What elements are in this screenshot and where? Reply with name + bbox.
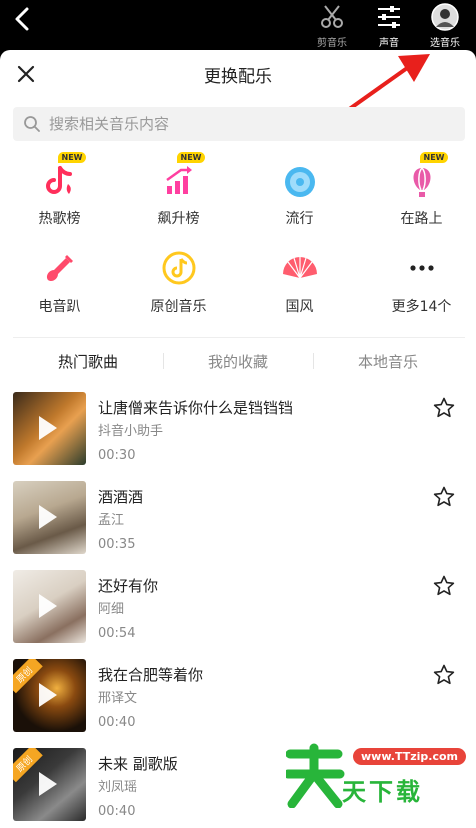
category-on-the-road[interactable]: NEW 在路上 bbox=[362, 152, 476, 228]
tiktok-note-icon bbox=[45, 166, 72, 194]
song-cover[interactable] bbox=[13, 481, 86, 554]
balloon-icon bbox=[412, 167, 431, 197]
category-label: 原创音乐 bbox=[150, 299, 207, 315]
category-more[interactable]: 更多14个 bbox=[362, 248, 476, 316]
category-chinese-style[interactable]: 国风 bbox=[240, 248, 359, 316]
cut-music-button[interactable]: 剪音乐 bbox=[306, 2, 358, 49]
song-artist: 阿细 bbox=[98, 602, 125, 617]
tab-local-music[interactable]: 本地音乐 bbox=[313, 351, 463, 372]
back-arrow-icon[interactable] bbox=[10, 6, 36, 32]
guitar-icon bbox=[46, 255, 73, 282]
watermark-text: 天下载 bbox=[342, 778, 423, 806]
song-item[interactable]: 还好有你 阿细 00:54 bbox=[0, 570, 476, 644]
song-title: 酒酒酒 bbox=[98, 488, 144, 506]
song-title: 未来 副歌版 bbox=[98, 755, 178, 773]
play-icon bbox=[39, 505, 57, 529]
song-duration: 00:54 bbox=[98, 626, 136, 641]
section-divider bbox=[13, 337, 465, 338]
select-music-label: 选音乐 bbox=[430, 38, 460, 49]
song-title: 还好有你 bbox=[98, 577, 159, 595]
select-music-button[interactable]: 选音乐 bbox=[419, 2, 471, 49]
search-bar[interactable] bbox=[13, 107, 465, 141]
sliders-icon bbox=[378, 6, 400, 28]
category-label: 飙升榜 bbox=[157, 211, 200, 227]
category-original-music[interactable]: 原创音乐 bbox=[119, 248, 238, 316]
disc-icon bbox=[284, 167, 315, 197]
song-artist: 孟江 bbox=[98, 513, 125, 528]
song-cover[interactable] bbox=[13, 392, 86, 465]
sound-button[interactable]: 声音 bbox=[363, 2, 415, 49]
music-sheet: 更换配乐 NEW 热歌榜 bbox=[0, 50, 476, 828]
favorite-star-icon[interactable] bbox=[432, 485, 456, 509]
song-cover[interactable]: 原创 bbox=[13, 659, 86, 732]
music-avatar-icon bbox=[431, 3, 459, 31]
song-item[interactable]: 酒酒酒 孟江 00:35 bbox=[0, 481, 476, 555]
favorite-star-icon[interactable] bbox=[432, 396, 456, 420]
rising-chart-icon bbox=[165, 166, 192, 194]
category-label: 流行 bbox=[285, 211, 314, 227]
category-label: 热歌榜 bbox=[38, 211, 81, 227]
fan-icon bbox=[282, 257, 317, 279]
song-artist: 刘凤瑶 bbox=[98, 780, 138, 795]
new-badge: NEW bbox=[176, 152, 206, 163]
song-duration: 00:30 bbox=[98, 448, 136, 463]
category-electronic[interactable]: 电音趴 bbox=[0, 248, 119, 316]
song-duration: 00:40 bbox=[98, 804, 136, 819]
category-label: 更多14个 bbox=[391, 299, 452, 315]
song-cover[interactable] bbox=[13, 570, 86, 643]
category-hot-chart[interactable]: NEW 热歌榜 bbox=[0, 152, 119, 228]
song-item[interactable]: 原创 我在合肥等着你 邢译文 00:40 bbox=[0, 659, 476, 733]
new-badge: NEW bbox=[419, 152, 449, 163]
song-artist: 邢译文 bbox=[98, 691, 138, 706]
top-toolbar: 剪音乐 声音 选音乐 bbox=[0, 0, 476, 52]
category-label: 国风 bbox=[285, 299, 314, 315]
play-icon bbox=[39, 416, 57, 440]
new-badge: NEW bbox=[57, 152, 87, 163]
search-icon bbox=[24, 116, 40, 132]
category-label: 电音趴 bbox=[38, 299, 81, 315]
song-duration: 00:40 bbox=[98, 715, 136, 730]
play-icon bbox=[39, 772, 57, 796]
favorite-star-icon[interactable] bbox=[432, 663, 456, 687]
scissors-icon bbox=[321, 5, 343, 28]
favorite-star-icon[interactable] bbox=[432, 574, 456, 598]
category-pop[interactable]: 流行 bbox=[240, 160, 359, 228]
sheet-header: 更换配乐 bbox=[0, 50, 476, 112]
category-label: 在路上 bbox=[400, 211, 443, 227]
category-rising-chart[interactable]: NEW 飙升榜 bbox=[119, 152, 238, 228]
music-tabs: 热门歌曲 我的收藏 本地音乐 bbox=[0, 345, 476, 375]
watermark-url: www.TTzip.com bbox=[353, 748, 466, 765]
song-item[interactable]: 让唐僧来告诉你什么是铛铛铛 抖音小助手 00:30 bbox=[0, 392, 476, 466]
play-icon bbox=[39, 594, 57, 618]
cut-music-label: 剪音乐 bbox=[317, 38, 347, 49]
song-title: 让唐僧来告诉你什么是铛铛铛 bbox=[98, 399, 294, 417]
song-cover[interactable]: 原创 bbox=[13, 748, 86, 821]
original-music-icon bbox=[162, 251, 195, 285]
song-artist: 抖音小助手 bbox=[98, 424, 164, 439]
sound-label: 声音 bbox=[379, 38, 399, 49]
song-title: 我在合肥等着你 bbox=[98, 666, 204, 684]
play-icon bbox=[39, 683, 57, 707]
more-icon bbox=[409, 265, 434, 271]
search-input[interactable] bbox=[47, 114, 431, 134]
song-duration: 00:35 bbox=[98, 537, 136, 552]
tab-hot-songs[interactable]: 热门歌曲 bbox=[13, 351, 163, 372]
tab-favorites[interactable]: 我的收藏 bbox=[163, 351, 313, 372]
